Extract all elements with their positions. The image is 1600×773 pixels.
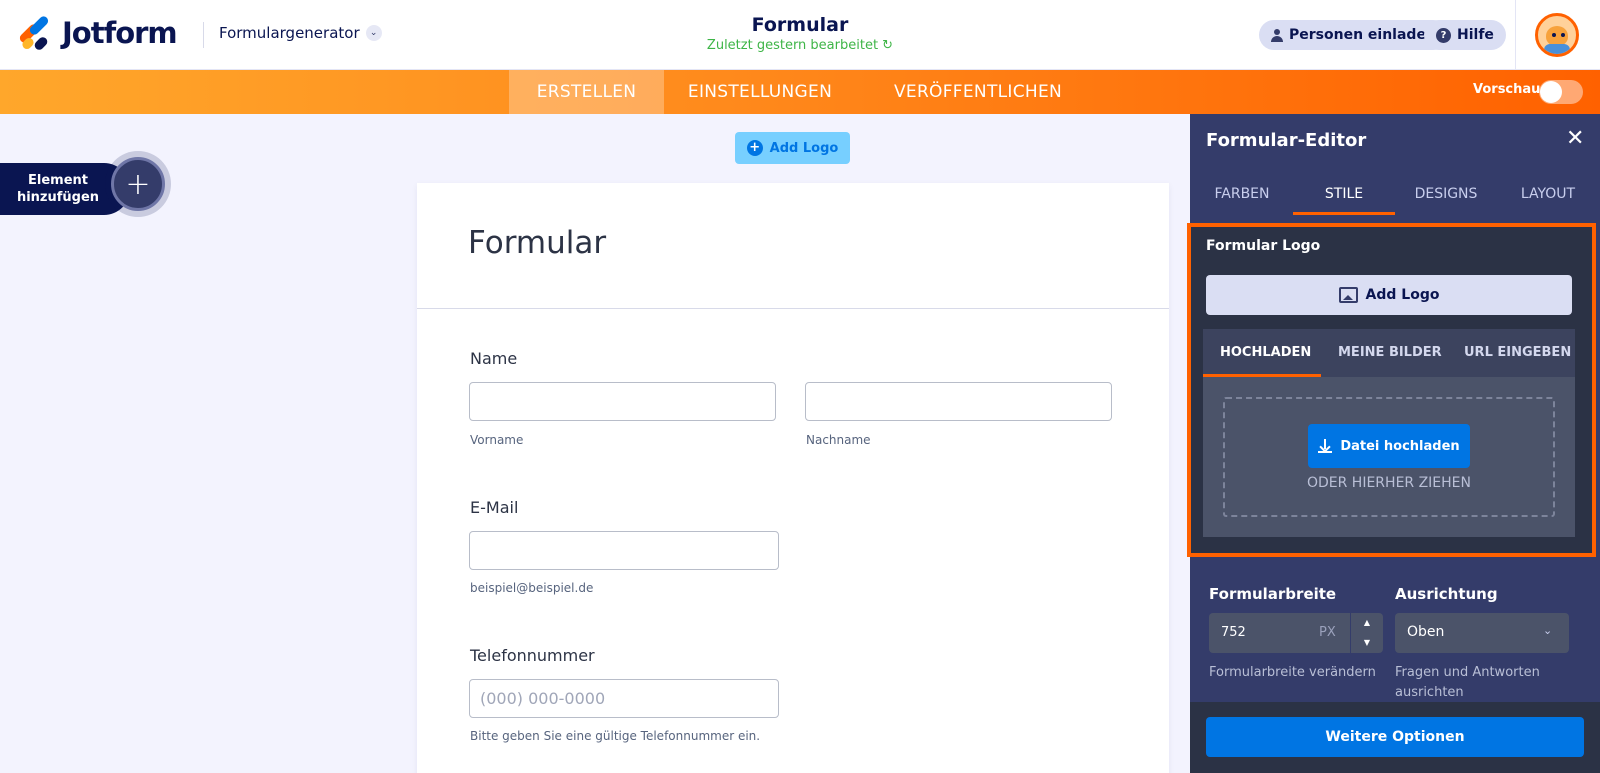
more-options-button[interactable]: Weitere Optionen	[1206, 717, 1584, 757]
form-card: Formular Name Vorname Nachname E-Mail be…	[417, 183, 1169, 773]
add-element-label: Element hinzufügen	[16, 173, 100, 205]
phone-sublabel: Bitte geben Sie eine gültige Telefonnumm…	[470, 729, 761, 743]
first-name-input[interactable]	[469, 382, 776, 421]
last-name-sublabel: Nachname	[806, 433, 871, 447]
canvas-add-logo-label: Add Logo	[769, 140, 839, 156]
chevron-down-icon: ⌄	[365, 25, 382, 41]
width-stepper[interactable]: ▲ ▼	[1350, 613, 1383, 653]
tab-layout[interactable]: LAYOUT	[1497, 186, 1599, 202]
email-label[interactable]: E-Mail	[470, 498, 518, 517]
alignment-select[interactable]: Oben ⌄	[1395, 613, 1569, 653]
tab-farben[interactable]: FARBEN	[1191, 186, 1293, 202]
form-width-unit: PX	[1319, 625, 1336, 640]
alignment-value: Oben	[1407, 624, 1445, 640]
stepper-up-icon[interactable]: ▲	[1351, 613, 1383, 633]
download-icon	[1318, 439, 1333, 453]
help-icon: ?	[1436, 27, 1451, 43]
form-width-label: Formularbreite	[1209, 585, 1337, 603]
jotform-logo[interactable]: Jotform	[18, 14, 178, 52]
image-add-icon	[1338, 287, 1358, 303]
plus-icon: +	[125, 166, 151, 202]
email-input[interactable]	[469, 531, 779, 570]
last-name-input[interactable]	[805, 382, 1112, 421]
form-heading-divider	[417, 308, 1169, 309]
add-element-button[interactable]: +	[111, 157, 165, 211]
invite-label: Personen einladen	[1289, 27, 1436, 43]
close-icon[interactable]: ✕	[1566, 126, 1584, 151]
tab-url-eingeben[interactable]: URL EINGEBEN	[1464, 345, 1571, 360]
help-label: Hilfe	[1457, 27, 1494, 43]
email-sublabel: beispiel@beispiel.de	[470, 581, 594, 595]
brand-name: Jotform	[62, 16, 178, 50]
form-width-help: Formularbreite verändern	[1209, 665, 1376, 680]
phone-placeholder: (000) 000-0000	[480, 689, 606, 708]
alignment-help: Fragen und Antworten ausrichten	[1395, 665, 1540, 700]
header-divider-right	[1515, 0, 1516, 70]
panel-add-logo-label: Add Logo	[1365, 287, 1440, 303]
tab-erstellen[interactable]: ERSTELLEN	[509, 70, 664, 114]
active-tab-indicator	[1293, 212, 1395, 215]
user-icon	[1271, 28, 1283, 42]
name-label[interactable]: Name	[470, 349, 517, 368]
preview-label: Vorschau	[1473, 82, 1541, 97]
upload-dropzone[interactable]: Datei hochladen ODER HIERHER ZIEHEN	[1203, 377, 1575, 537]
canvas-add-logo-button[interactable]: + Add Logo	[735, 132, 850, 164]
alignment-label: Ausrichtung	[1395, 585, 1498, 603]
tab-einstellungen[interactable]: EINSTELLUNGEN	[664, 70, 856, 114]
tab-meine-bilder[interactable]: MEINE BILDER	[1338, 345, 1442, 360]
header-divider	[203, 22, 204, 48]
form-title-block: Formular Zuletzt gestern bearbeitet ↻	[650, 14, 950, 53]
first-name-sublabel: Vorname	[470, 433, 524, 447]
phone-input[interactable]: (000) 000-0000	[469, 679, 779, 718]
upload-tabs: HOCHLADEN MEINE BILDER URL EINGEBEN	[1203, 329, 1575, 377]
tab-stile[interactable]: STILE	[1293, 186, 1395, 202]
top-header: Jotform Formulargenerator ⌄ Formular Zul…	[0, 0, 1600, 70]
upload-file-button[interactable]: Datei hochladen	[1308, 424, 1470, 468]
form-heading[interactable]: Formular	[468, 225, 606, 261]
generator-dropdown[interactable]: Formulargenerator ⌄	[219, 24, 382, 42]
form-width-input[interactable]: 752 PX ▲ ▼	[1209, 613, 1383, 653]
plus-circle-icon: +	[746, 140, 763, 156]
invite-people-button[interactable]: Personen einladen	[1259, 20, 1448, 50]
jotform-logo-icon	[18, 14, 50, 52]
help-button[interactable]: ? Hilfe	[1424, 20, 1506, 50]
form-width-value: 752	[1221, 625, 1246, 640]
panel-title: Formular-Editor	[1206, 130, 1367, 151]
tab-veroeffentlichen[interactable]: VERÖFFENTLICHEN	[856, 70, 1100, 114]
drag-here-text: ODER HIERHER ZIEHEN	[1306, 475, 1471, 491]
panel-add-logo-button[interactable]: Add Logo	[1206, 275, 1572, 315]
chevron-down-icon: ⌄	[1543, 624, 1553, 637]
user-avatar[interactable]	[1535, 13, 1579, 57]
last-edited-status[interactable]: Zuletzt gestern bearbeitet ↻	[650, 38, 950, 53]
generator-label: Formulargenerator	[219, 24, 360, 42]
logo-section-title: Formular Logo	[1206, 238, 1321, 254]
upload-file-label: Datei hochladen	[1340, 438, 1460, 454]
phone-label[interactable]: Telefonnummer	[470, 646, 595, 665]
tab-designs[interactable]: DESIGNS	[1395, 186, 1497, 202]
tab-hochladen[interactable]: HOCHLADEN	[1220, 345, 1311, 360]
main-nav: ERSTELLEN EINSTELLUNGEN VERÖFFENTLICHEN …	[0, 70, 1600, 114]
stepper-down-icon[interactable]: ▼	[1351, 633, 1383, 653]
preview-toggle[interactable]	[1539, 80, 1583, 104]
form-title[interactable]: Formular	[650, 14, 950, 36]
